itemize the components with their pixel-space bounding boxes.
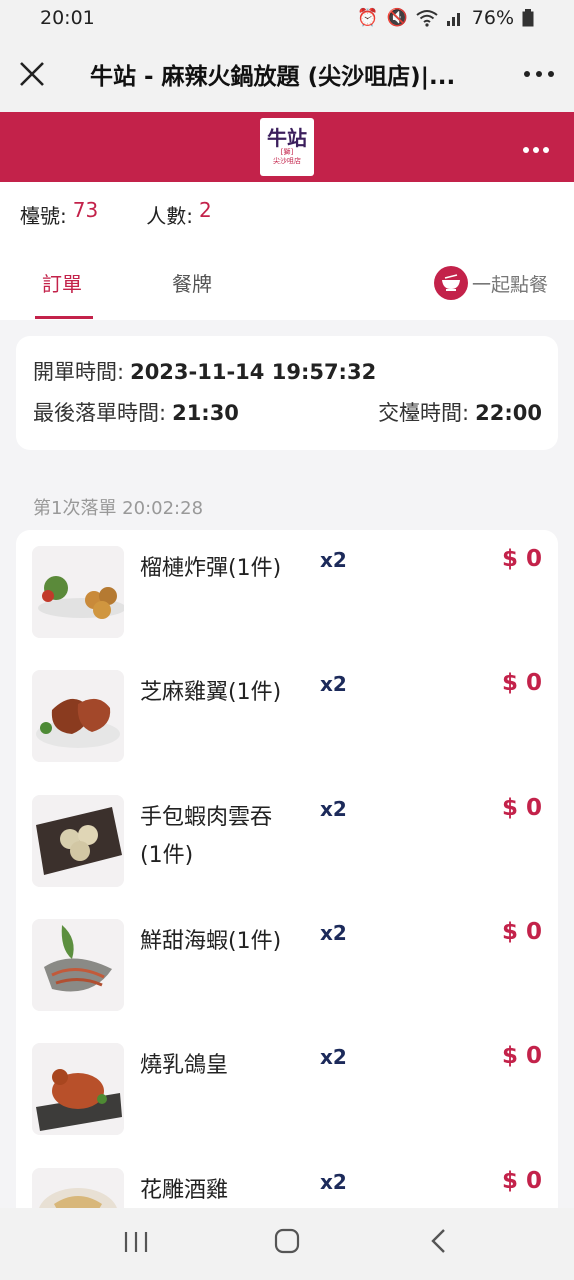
item-price: $ 0: [501, 919, 542, 945]
restaurant-logo: 牛站 [獅] 尖沙咀店: [260, 118, 314, 176]
order-items-card: 榴槤炸彈(1件) x2 $ 0 芝麻雞翼(1件) x2 $ 0 手包蝦肉雲吞(1…: [16, 530, 558, 1230]
logo-text: 牛站: [267, 126, 307, 150]
status-time: 20:01: [40, 7, 95, 29]
last-order-row: 最後落單時間: 21:30: [33, 397, 239, 427]
more-icon: [524, 71, 554, 77]
tab-menu[interactable]: 餐牌: [172, 268, 212, 297]
order-time-card: 開單時間: 2023-11-14 19:57:32 最後落單時間: 21:30 交檯…: [16, 336, 558, 450]
list-item[interactable]: 手包蝦肉雲吞(1件) x2 $ 0: [16, 779, 558, 903]
status-icons: ⏰ 🔇 76%: [357, 7, 534, 29]
more-icon: [523, 147, 549, 153]
item-name: 榴槤炸彈(1件): [140, 556, 282, 581]
logo-suffix: [獅]: [280, 148, 294, 156]
bowl-icon: [433, 266, 468, 300]
item-image: [32, 919, 124, 1011]
table-info: 檯號: 73 人數: 2: [0, 182, 574, 246]
home-button[interactable]: [247, 1228, 327, 1261]
item-name: 鮮甜海蝦(1件): [140, 929, 282, 954]
item-image: [32, 795, 124, 887]
list-item[interactable]: 鮮甜海蝦(1件) x2 $ 0: [16, 903, 558, 1027]
item-price: $ 0: [501, 546, 542, 572]
close-button[interactable]: [0, 36, 64, 112]
item-price: $ 0: [501, 795, 542, 821]
close-icon: [20, 62, 44, 86]
page-title: 牛站 - 麻辣火鍋放題 (尖沙咀店)|...: [90, 64, 456, 90]
item-quantity: x2: [320, 921, 347, 945]
item-quantity: x2: [320, 672, 347, 696]
mute-icon: 🔇: [386, 8, 408, 28]
title-bar: 牛站 - 麻辣火鍋放題 (尖沙咀店)|...: [0, 36, 574, 112]
tab-bar: 訂單 餐牌 一起點餐: [0, 246, 574, 320]
tab-order[interactable]: 訂單: [42, 268, 82, 297]
last-order-value: 21:30: [172, 401, 239, 425]
item-quantity: x2: [320, 797, 347, 821]
item-quantity: x2: [320, 1170, 347, 1194]
hand-over-row: 交檯時間: 22:00: [378, 397, 542, 427]
list-item[interactable]: 燒乳鴿皇 x2 $ 0: [16, 1027, 558, 1151]
brand-bar: 牛站 [獅] 尖沙咀店: [0, 112, 574, 182]
hand-over-label: 交檯時間:: [378, 401, 470, 425]
active-tab-indicator: [35, 316, 93, 319]
item-image: [32, 1043, 124, 1135]
table-number: 73: [72, 198, 99, 222]
list-item[interactable]: 榴槤炸彈(1件) x2 $ 0: [16, 530, 558, 654]
open-time-row: 開單時間: 2023-11-14 19:57:32: [33, 356, 376, 386]
item-name: 芝麻雞翼(1件): [140, 680, 282, 705]
item-name: 花雕酒雞: [140, 1178, 229, 1203]
back-icon: [431, 1228, 446, 1253]
back-button[interactable]: [398, 1228, 478, 1261]
item-price: $ 0: [501, 1168, 542, 1194]
item-image: [32, 546, 124, 638]
item-quantity: x2: [320, 1045, 347, 1069]
order-together-button[interactable]: 一起點餐: [433, 266, 548, 300]
status-bar: 20:01 ⏰ 🔇 76%: [0, 0, 574, 36]
table-label: 檯號:: [20, 203, 67, 228]
open-time-label: 開單時間:: [33, 360, 125, 384]
list-item[interactable]: 芝麻雞翼(1件) x2 $ 0: [16, 654, 558, 778]
system-nav-bar: [0, 1208, 574, 1280]
logo-sub: 尖沙咀店: [273, 157, 301, 165]
item-price: $ 0: [501, 670, 542, 696]
last-order-label: 最後落單時間:: [33, 401, 167, 425]
item-price: $ 0: [501, 1043, 542, 1069]
recents-icon: [124, 1231, 147, 1252]
signal-icon: [446, 13, 460, 26]
item-quantity: x2: [320, 548, 347, 572]
item-image: [32, 670, 124, 762]
home-icon: [274, 1228, 300, 1253]
brand-more-button[interactable]: [522, 132, 550, 160]
hand-over-value: 22:00: [475, 401, 542, 425]
item-name: 燒乳鴿皇: [140, 1053, 229, 1078]
batch-label: 第1次落單 20:02:28: [33, 498, 204, 519]
people-label: 人數:: [146, 203, 193, 228]
open-time-value: 2023-11-14 19:57:32: [130, 360, 377, 384]
recents-button[interactable]: [96, 1228, 176, 1261]
battery-percent: 76%: [471, 7, 514, 29]
people-count: 2: [198, 198, 212, 222]
order-together-label: 一起點餐: [471, 273, 548, 296]
alarm-icon: ⏰: [357, 8, 379, 28]
battery-icon: [522, 9, 534, 27]
item-name: 手包蝦肉雲吞(1件): [140, 805, 273, 868]
wifi-icon: [416, 10, 438, 27]
more-button[interactable]: [504, 36, 574, 112]
